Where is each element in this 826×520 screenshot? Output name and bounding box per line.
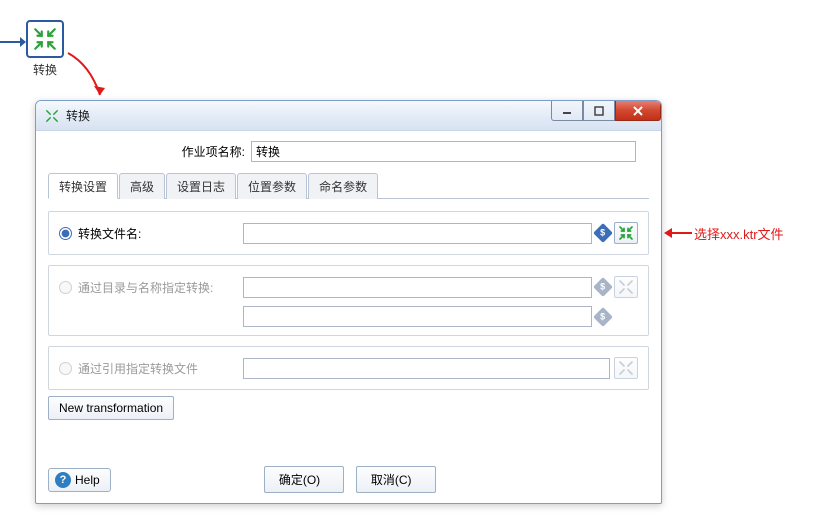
titlebar: 转换 xyxy=(36,101,661,131)
help-icon: ? xyxy=(55,472,71,488)
variable-icon-disabled-2: $ xyxy=(593,307,613,327)
transformation-icon xyxy=(26,20,64,58)
group-directory: 通过目录与名称指定转换: $ xyxy=(48,265,649,336)
tab-advanced[interactable]: 高级 xyxy=(119,173,165,199)
annotation-arrow-to-dialog xyxy=(60,45,120,108)
close-button[interactable] xyxy=(615,101,661,121)
job-name-row: 作业项名称: xyxy=(48,141,649,162)
tab-transform-settings[interactable]: 转换设置 xyxy=(48,173,118,199)
annotation-arrow-to-browse xyxy=(664,225,692,244)
group-filename: 转换文件名: $ xyxy=(48,211,649,255)
minimize-button[interactable] xyxy=(551,101,583,121)
ok-button[interactable]: 确定(O) xyxy=(264,466,344,493)
name-input xyxy=(243,306,592,327)
radio-directory-label: 通过目录与名称指定转换: xyxy=(78,279,213,296)
browse-reference-button xyxy=(614,357,638,379)
radio-reference[interactable] xyxy=(59,362,72,375)
job-name-label: 作业项名称: xyxy=(61,143,251,160)
reference-input xyxy=(243,358,610,379)
radio-reference-label: 通过引用指定转换文件 xyxy=(78,360,198,377)
arrow-in-icon xyxy=(0,35,26,51)
transformation-node[interactable]: 转换 xyxy=(26,20,64,78)
tab-logging[interactable]: 设置日志 xyxy=(166,173,236,199)
tab-position-params[interactable]: 位置参数 xyxy=(237,173,307,199)
filename-input[interactable] xyxy=(243,223,592,244)
browse-directory-button xyxy=(614,276,638,298)
variable-icon[interactable]: $ xyxy=(593,223,613,243)
dialog-body: 作业项名称: 转换设置 高级 设置日志 位置参数 命名参数 转换文件名: $ xyxy=(36,131,661,434)
cancel-button[interactable]: 取消(C) xyxy=(356,466,436,493)
maximize-button[interactable] xyxy=(583,101,615,121)
browse-ktr-button[interactable] xyxy=(614,222,638,244)
job-name-input[interactable] xyxy=(251,141,636,162)
help-button[interactable]: ? Help xyxy=(48,468,111,492)
tab-strip: 转换设置 高级 设置日志 位置参数 命名参数 xyxy=(48,172,649,199)
tab-panel-transform-settings: 转换文件名: $ xyxy=(48,199,649,426)
directory-input xyxy=(243,277,592,298)
radio-directory[interactable] xyxy=(59,281,72,294)
tab-named-params[interactable]: 命名参数 xyxy=(308,173,378,199)
group-reference: 通过引用指定转换文件 xyxy=(48,346,649,390)
help-button-label: Help xyxy=(75,473,100,487)
annotation-callout-text: 选择xxx.ktr文件 xyxy=(694,224,784,243)
new-transformation-button[interactable]: New transformation xyxy=(48,396,174,420)
radio-filename-label: 转换文件名: xyxy=(78,225,141,242)
variable-icon-disabled-1: $ xyxy=(593,277,613,297)
radio-filename[interactable] xyxy=(59,227,72,240)
transformation-dialog: 转换 作业项名称: 转换设置 高级 设置日志 位置参数 命名参数 xyxy=(35,100,662,504)
dialog-title: 转换 xyxy=(66,107,90,124)
dialog-app-icon xyxy=(44,108,60,124)
window-controls xyxy=(551,101,661,123)
dialog-footer: ? Help 确定(O) 取消(C) xyxy=(36,466,661,493)
transformation-node-label: 转换 xyxy=(26,61,64,78)
